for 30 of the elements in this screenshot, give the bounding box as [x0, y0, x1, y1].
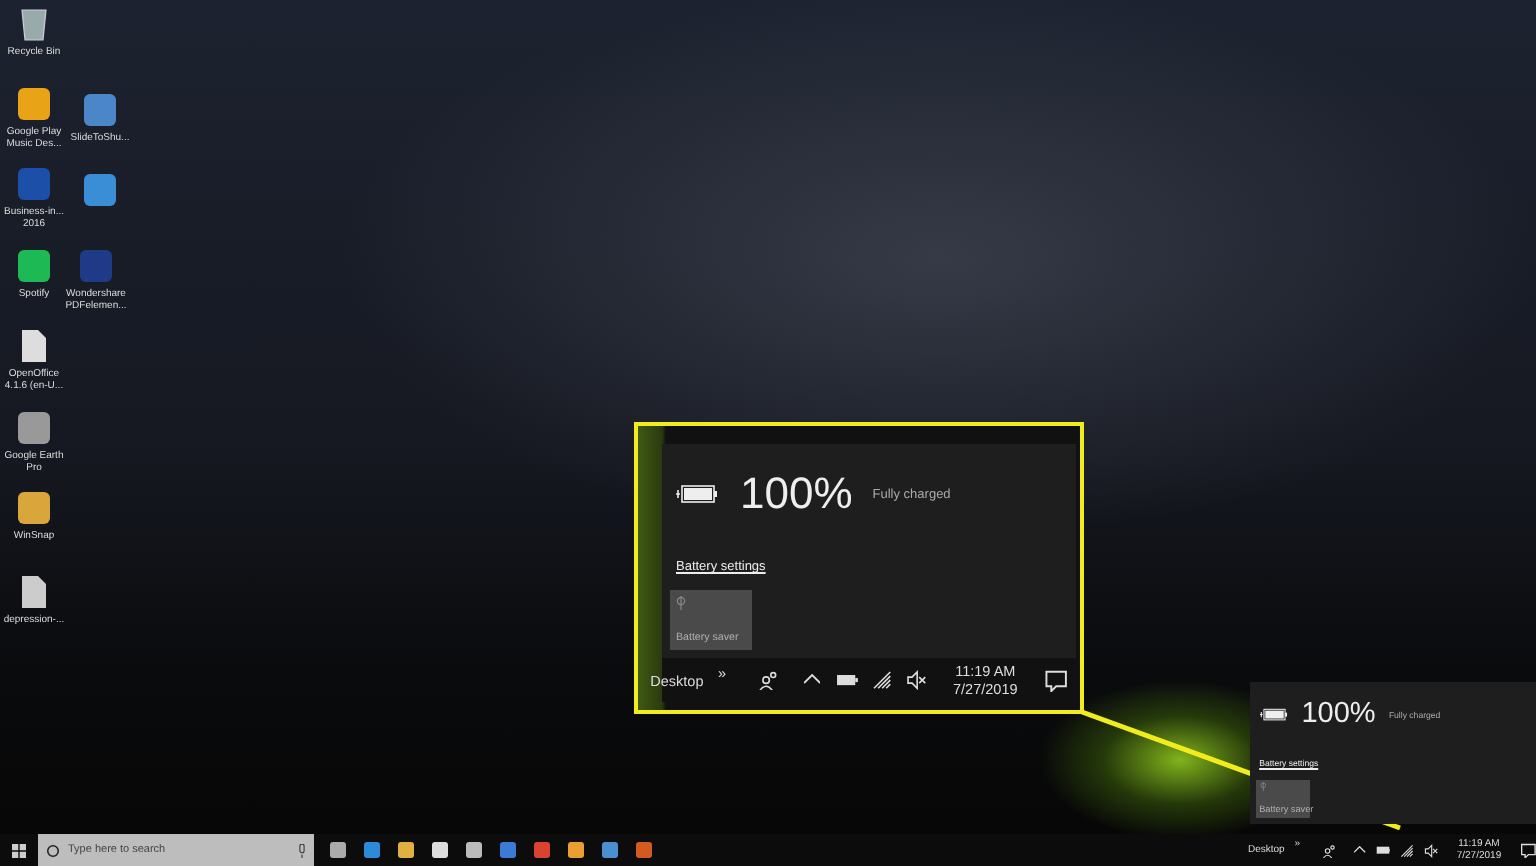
search-icon [46, 843, 60, 857]
speaker-muted-icon[interactable] [906, 669, 927, 691]
wifi-icon[interactable] [871, 669, 893, 691]
microphone-icon[interactable] [298, 843, 306, 857]
chevron-up-icon[interactable] [804, 674, 821, 686]
people-icon[interactable] [1322, 843, 1337, 857]
wifi-icon[interactable] [1400, 843, 1415, 857]
battery-charging-icon [1259, 708, 1289, 722]
document-icon [20, 574, 48, 610]
notification-icon[interactable] [1519, 841, 1536, 859]
battery-percent: 100% [1301, 700, 1376, 730]
speaker-muted-icon[interactable] [1424, 843, 1439, 857]
app-icon [16, 490, 52, 526]
app-icon [16, 166, 52, 202]
document-icon [20, 328, 48, 364]
notification-icon[interactable] [1043, 667, 1068, 693]
app-icon [82, 172, 118, 208]
app-icon [16, 410, 52, 446]
battery-percent: 100% [740, 472, 853, 516]
app-icon [82, 92, 118, 128]
windows-logo-icon[interactable] [12, 843, 26, 857]
chevron-up-icon[interactable] [1354, 846, 1366, 854]
people-icon[interactable] [757, 669, 779, 691]
battery-icon[interactable] [835, 673, 858, 687]
app-icon [16, 86, 52, 122]
recycle-bin-icon [20, 6, 48, 42]
battery-icon[interactable] [1375, 845, 1391, 855]
app-icon [16, 248, 52, 284]
battery-charging-icon [676, 484, 720, 504]
app-icon [78, 248, 114, 284]
